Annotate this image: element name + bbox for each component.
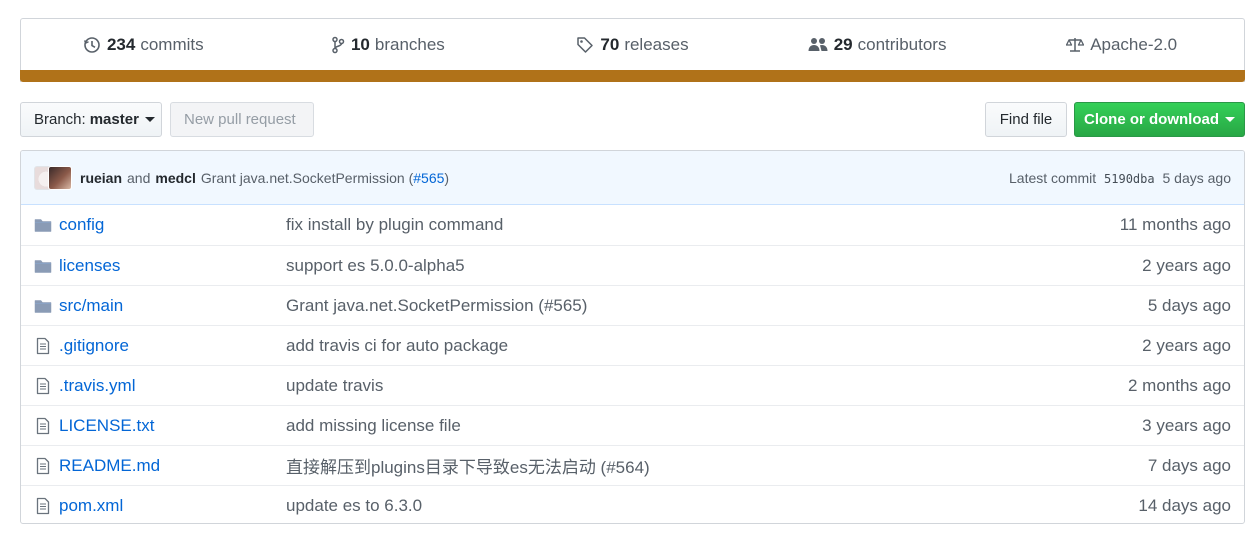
file-commit-message-link[interactable]: add missing license file bbox=[286, 416, 461, 436]
commits-count: 234 bbox=[106, 35, 136, 54]
branches-count: 10 bbox=[350, 35, 370, 54]
file-icon bbox=[34, 457, 52, 475]
latest-commit-age: 5 days ago bbox=[1162, 169, 1232, 186]
file-commit-age: 2 years ago bbox=[1142, 335, 1231, 355]
file-row: src/main Grant java.net.SocketPermission … bbox=[21, 285, 1244, 325]
folder-icon bbox=[34, 297, 52, 315]
branch-name: master bbox=[89, 111, 139, 128]
commits-link[interactable]: 234 commits bbox=[21, 19, 266, 71]
file-table: rueian and medcl Grant java.net.SocketPe… bbox=[20, 150, 1245, 524]
file-name-link[interactable]: README.md bbox=[59, 456, 160, 476]
commit-message: Grant java.net.SocketPermission (#565) bbox=[201, 170, 449, 186]
commit-author-link[interactable]: rueian bbox=[80, 170, 122, 186]
folder-icon bbox=[34, 216, 52, 234]
file-commit-message-link[interactable]: update travis bbox=[286, 376, 383, 396]
file-list: config fix install by plugin command 11 mo… bbox=[21, 205, 1244, 523]
file-icon bbox=[34, 377, 52, 395]
file-name-link[interactable]: LICENSE.txt bbox=[59, 416, 154, 436]
clone-label: Clone or download bbox=[1084, 111, 1219, 128]
caret-down-icon bbox=[144, 117, 155, 122]
releases-label: releases bbox=[624, 35, 689, 54]
file-commit-age: 5 days ago bbox=[1147, 295, 1231, 315]
commit-message-text[interactable]: Grant java.net.SocketPermission ( bbox=[201, 170, 413, 186]
caret-down-icon bbox=[1225, 117, 1235, 122]
file-name-link[interactable]: .travis.yml bbox=[59, 376, 136, 396]
branch-select-button[interactable]: Branch: master bbox=[20, 102, 162, 137]
file-icon bbox=[34, 337, 52, 355]
avatar[interactable] bbox=[48, 165, 72, 190]
file-commit-message-link[interactable]: fix install by plugin command bbox=[286, 215, 503, 235]
file-commit-message-link[interactable]: add travis ci for auto package bbox=[286, 336, 508, 356]
tag-icon bbox=[576, 36, 594, 54]
commits-label: commits bbox=[140, 35, 204, 54]
releases-count: 70 bbox=[600, 35, 620, 54]
file-row: config fix install by plugin command 11 mo… bbox=[21, 205, 1244, 245]
branches-label: branches bbox=[374, 35, 445, 54]
file-commit-age: 11 months ago bbox=[1119, 215, 1231, 234]
history-icon bbox=[83, 36, 101, 54]
file-name-link[interactable]: src/main bbox=[59, 296, 123, 316]
people-icon bbox=[808, 36, 828, 54]
language-bar[interactable] bbox=[20, 70, 1245, 82]
file-name-link[interactable]: pom.xml bbox=[59, 496, 123, 516]
commit-sha-link[interactable]: 5190dba bbox=[1104, 172, 1155, 186]
new-pull-request-button[interactable]: New pull request bbox=[170, 102, 314, 137]
file-commit-age: 14 days ago bbox=[1138, 495, 1231, 515]
license-label: Apache-2.0 bbox=[1090, 35, 1178, 54]
license-link[interactable]: Apache-2.0 bbox=[999, 19, 1244, 71]
law-icon bbox=[1066, 36, 1085, 54]
find-file-button[interactable]: Find file bbox=[985, 102, 1067, 137]
file-commit-age: 2 months ago bbox=[1127, 375, 1231, 395]
clone-or-download-button[interactable]: Clone or download bbox=[1074, 102, 1245, 137]
releases-link[interactable]: 70 releases bbox=[510, 19, 755, 71]
latest-commit-label: Latest commit bbox=[1009, 169, 1097, 186]
branch-prefix: Branch: bbox=[34, 111, 86, 128]
contributors-count: 29 bbox=[833, 35, 853, 54]
file-icon bbox=[34, 417, 52, 435]
file-commit-message-link[interactable]: 直接解压到plugins目录下导致es无法启动 (#564) bbox=[286, 453, 650, 478]
branches-link[interactable]: 10 branches bbox=[266, 19, 511, 71]
file-name-link[interactable]: config bbox=[59, 215, 104, 235]
file-row: pom.xml update es to 6.3.0 14 days ago bbox=[21, 485, 1244, 523]
file-icon bbox=[34, 497, 52, 515]
file-commit-message-link[interactable]: update es to 6.3.0 bbox=[286, 496, 422, 516]
file-commit-age: 7 days ago bbox=[1147, 455, 1231, 475]
file-row: .gitignore add travis ci for auto package… bbox=[21, 325, 1244, 365]
file-commit-age: 2 years ago bbox=[1142, 255, 1231, 275]
file-commit-message-link[interactable]: support es 5.0.0-alpha5 bbox=[286, 256, 465, 276]
file-commit-message-link[interactable]: Grant java.net.SocketPermission (#565) bbox=[286, 296, 587, 316]
file-commit-age: 3 years ago bbox=[1142, 415, 1231, 435]
file-row: README.md 直接解压到plugins目录下导致es无法启动 (#564) 7… bbox=[21, 445, 1244, 485]
file-name-link[interactable]: licenses bbox=[59, 256, 120, 276]
latest-commit-bar: rueian and medcl Grant java.net.SocketPe… bbox=[21, 151, 1244, 205]
contributors-label: contributors bbox=[857, 35, 947, 54]
commit-message-end: ) bbox=[444, 169, 450, 186]
commit-avatars bbox=[34, 165, 72, 190]
branch-icon bbox=[331, 36, 345, 54]
latest-commit-info: Latest commit 5190dba 5 days ago bbox=[1009, 170, 1231, 186]
file-row: licenses support es 5.0.0-alpha5 2 years a… bbox=[21, 245, 1244, 285]
contributors-link[interactable]: 29 contributors bbox=[755, 19, 1000, 71]
folder-icon bbox=[34, 257, 52, 275]
file-row: .travis.yml update travis 2 months ago bbox=[21, 365, 1244, 405]
commit-coauthor-link[interactable]: medcl bbox=[155, 170, 195, 186]
file-row: LICENSE.txt add missing license file 3 yea… bbox=[21, 405, 1244, 445]
file-name-link[interactable]: .gitignore bbox=[59, 336, 129, 356]
commit-and-text: and bbox=[127, 169, 151, 186]
commit-pr-link[interactable]: #565 bbox=[413, 170, 444, 186]
